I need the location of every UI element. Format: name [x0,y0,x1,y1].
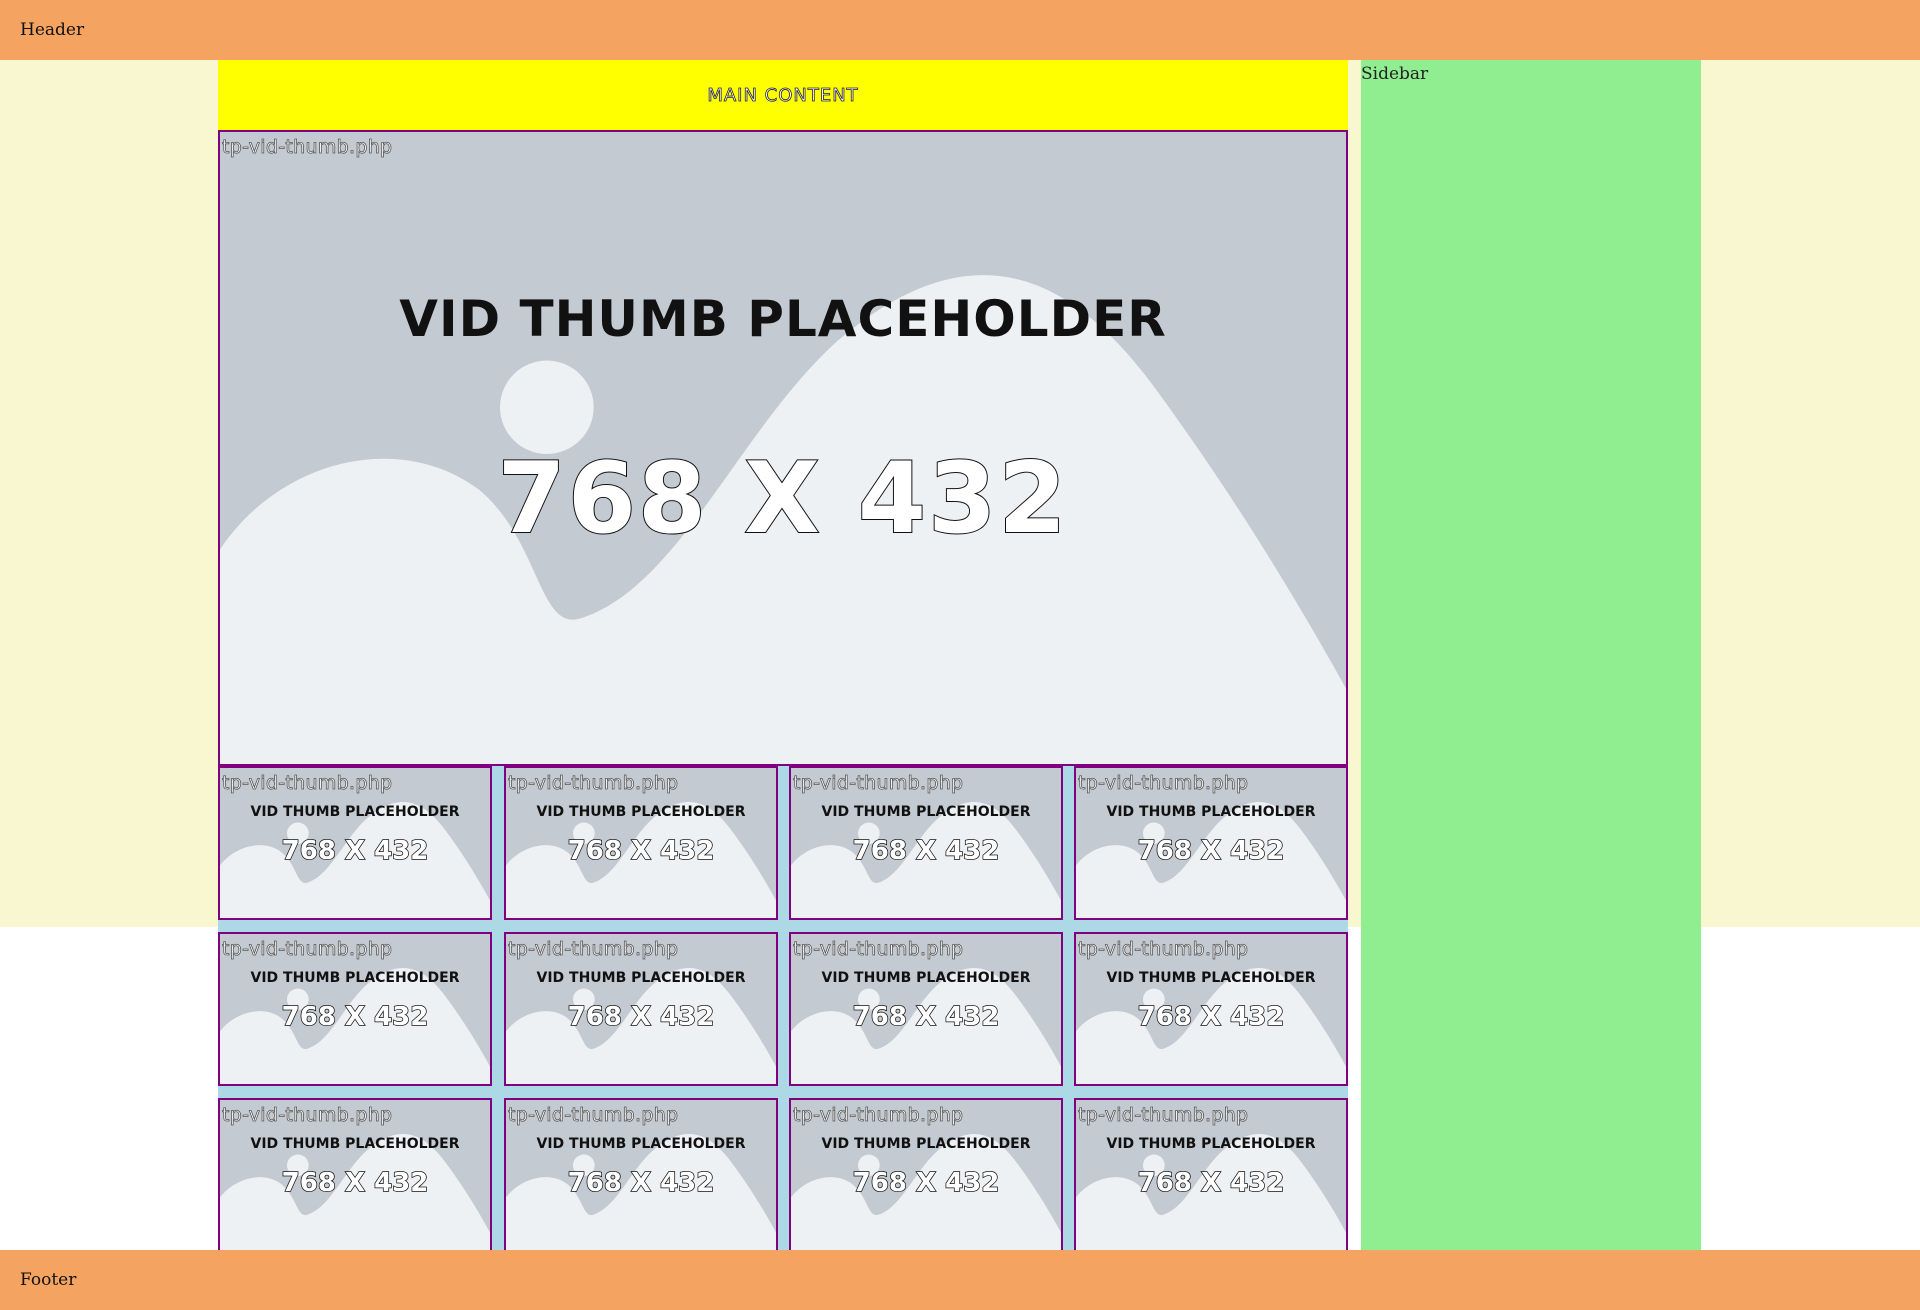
video-thumb[interactable]: tp-vid-thumb.php VID THUMB PLACEHOLDER 768… [218,766,492,920]
video-thumb[interactable]: tp-vid-thumb.php VID THUMB PLACEHOLDER 768… [504,932,778,1086]
placeholder-title: VID THUMB PLACEHOLDER [536,1136,746,1152]
placeholder-size: 768 X 432 [567,835,715,867]
placeholder-size: 768 X 432 [497,441,1069,557]
placeholder-size: 768 X 432 [852,835,1000,867]
header-label: Header [20,20,85,40]
placeholder-size: 768 X 432 [1137,1167,1285,1199]
placeholder-size: 768 X 432 [1137,1001,1285,1033]
sidebar: Sidebar [1361,60,1701,1250]
video-thumb[interactable]: tp-vid-thumb.php VID THUMB PLACEHOLDER 768… [789,932,1063,1086]
video-thumb[interactable]: tp-vid-thumb.php VID THUMB PLACEHOLDER 768… [218,932,492,1086]
placeholder-title: VID THUMB PLACEHOLDER [536,804,746,820]
placeholder-size: 768 X 432 [567,1167,715,1199]
video-thumb[interactable]: tp-vid-thumb.php VID THUMB PLACEHOLDER 768… [1074,766,1348,920]
page-header: Header [0,0,1920,60]
thumb-filename: tp-vid-thumb.php [1078,772,1249,795]
thumb-filename: tp-vid-thumb.php [1078,938,1249,961]
placeholder-title: VID THUMB PLACEHOLDER [250,804,460,820]
thumb-filename: tp-vid-thumb.php [222,1104,393,1127]
sidebar-label: Sidebar [1361,64,1429,84]
placeholder-title: VID THUMB PLACEHOLDER [821,1136,1031,1152]
placeholder-size: 768 X 432 [852,1167,1000,1199]
video-thumb[interactable]: tp-vid-thumb.php VID THUMB PLACEHOLDER 768… [789,766,1063,920]
thumb-filename: tp-vid-thumb.php [222,772,393,795]
placeholder-title: VID THUMB PLACEHOLDER [1106,804,1316,820]
thumb-filename: tp-vid-thumb.php [222,136,393,159]
placeholder-title: VID THUMB PLACEHOLDER [536,970,746,986]
placeholder-size: 768 X 432 [281,1167,429,1199]
video-thumb[interactable]: tp-vid-thumb.php VID THUMB PLACEHOLDER 768… [789,1098,1063,1252]
page-footer: Footer [0,1250,1920,1310]
thumb-filename: tp-vid-thumb.php [222,938,393,961]
main-content-title: MAIN CONTENT [218,60,1348,130]
video-thumb[interactable]: tp-vid-thumb.php VID THUMB PLACEHOLDER 768… [504,1098,778,1252]
thumb-filename: tp-vid-thumb.php [793,1104,964,1127]
placeholder-title: VID THUMB PLACEHOLDER [821,804,1031,820]
placeholder-size: 768 X 432 [852,1001,1000,1033]
placeholder-title: VID THUMB PLACEHOLDER [821,970,1031,986]
placeholder-title: VID THUMB PLACEHOLDER [250,970,460,986]
footer-label: Footer [20,1270,77,1290]
placeholder-size: 768 X 432 [567,1001,715,1033]
thumb-filename: tp-vid-thumb.php [508,938,679,961]
placeholder-title: VID THUMB PLACEHOLDER [1106,970,1316,986]
placeholder-size: 768 X 432 [1137,835,1285,867]
thumb-filename: tp-vid-thumb.php [508,772,679,795]
main-content: MAIN CONTENT tp-vid-thumb.php VID THUMB … [218,60,1348,1252]
placeholder-title: VID THUMB PLACEHOLDER [250,1136,460,1152]
placeholder-size: 768 X 432 [281,1001,429,1033]
video-thumb[interactable]: tp-vid-thumb.php VID THUMB PLACEHOLDER 768… [504,766,778,920]
thumb-filename: tp-vid-thumb.php [793,938,964,961]
placeholder-title: VID THUMB PLACEHOLDER [1106,1136,1316,1152]
thumb-filename: tp-vid-thumb.php [793,772,964,795]
placeholder-size: 768 X 432 [281,835,429,867]
thumb-filename: tp-vid-thumb.php [1078,1104,1249,1127]
video-thumb[interactable]: tp-vid-thumb.php VID THUMB PLACEHOLDER 768… [218,1098,492,1252]
thumb-filename: tp-vid-thumb.php [508,1104,679,1127]
featured-video-thumb[interactable]: tp-vid-thumb.php VID THUMB PLACEHOLDER 7… [218,130,1348,766]
video-thumb[interactable]: tp-vid-thumb.php VID THUMB PLACEHOLDER 768… [1074,932,1348,1086]
video-thumb[interactable]: tp-vid-thumb.php VID THUMB PLACEHOLDER 768… [1074,1098,1348,1252]
placeholder-title: VID THUMB PLACEHOLDER [399,290,1167,348]
